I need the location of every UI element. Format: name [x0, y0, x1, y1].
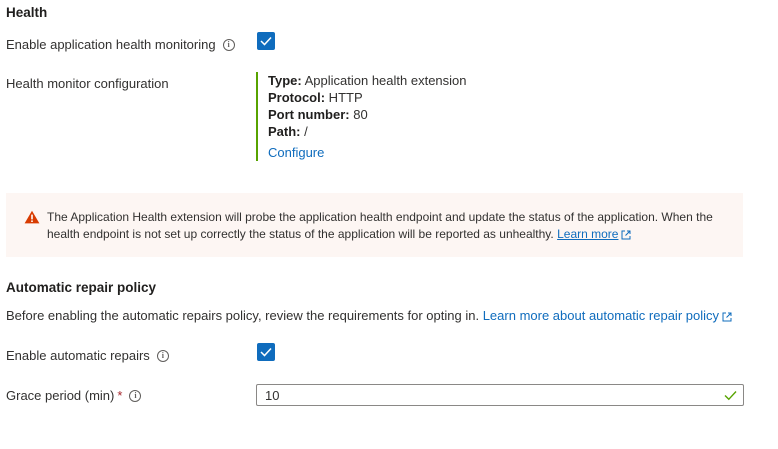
warning-text-block: The Application Health extension will pr…	[47, 209, 737, 243]
config-path-value: /	[300, 124, 308, 139]
health-config-label: Health monitor configuration	[6, 76, 169, 91]
grace-period-input[interactable]	[257, 385, 705, 405]
repair-description-row: Before enabling the automatic repairs po…	[6, 308, 732, 323]
config-protocol: Protocol: HTTP	[268, 89, 467, 106]
repair-learn-more-link[interactable]: Learn more about automatic repair policy	[483, 308, 719, 323]
config-type: Type: Application health extension	[268, 72, 467, 89]
grace-period-field[interactable]	[256, 384, 744, 406]
health-heading: Health	[6, 5, 48, 20]
config-port: Port number: 80	[268, 106, 467, 123]
repair-description: Before enabling the automatic repairs po…	[6, 308, 480, 323]
repair-heading: Automatic repair policy	[6, 280, 157, 295]
config-protocol-key: Protocol:	[268, 90, 326, 105]
enable-monitoring-label-row: Enable application health monitoring i	[6, 37, 235, 52]
warning-banner: The Application Health extension will pr…	[6, 193, 743, 257]
info-icon[interactable]: i	[129, 389, 142, 402]
valid-check-icon	[724, 391, 737, 401]
grace-period-label-row: Grace period (min) * i	[6, 388, 142, 403]
warning-learn-more-link[interactable]: Learn more	[557, 227, 618, 241]
external-link-icon	[722, 312, 732, 322]
config-type-value: Application health extension	[301, 73, 467, 88]
config-protocol-value: HTTP	[325, 90, 363, 105]
enable-repairs-label: Enable automatic repairs	[6, 348, 150, 363]
enable-repairs-checkbox[interactable]	[257, 343, 275, 361]
external-link-icon	[621, 230, 631, 240]
grace-period-label: Grace period (min)	[6, 388, 115, 403]
health-config-block: Type: Application health extension Proto…	[256, 72, 467, 161]
configure-link[interactable]: Configure	[268, 145, 324, 160]
config-path-key: Path:	[268, 124, 301, 139]
config-port-value: 80	[349, 107, 368, 122]
checkmark-icon	[260, 347, 272, 357]
config-path: Path: /	[268, 123, 467, 140]
config-port-key: Port number:	[268, 107, 350, 122]
enable-monitoring-label: Enable application health monitoring	[6, 37, 216, 52]
warning-triangle-icon	[24, 210, 40, 224]
enable-monitoring-checkbox[interactable]	[257, 32, 275, 50]
checkmark-icon	[260, 36, 272, 46]
required-marker: *	[117, 388, 123, 403]
info-icon[interactable]: i	[222, 38, 235, 51]
config-type-key: Type:	[268, 73, 302, 88]
enable-repairs-label-row: Enable automatic repairs i	[6, 348, 169, 363]
info-icon[interactable]: i	[156, 349, 169, 362]
